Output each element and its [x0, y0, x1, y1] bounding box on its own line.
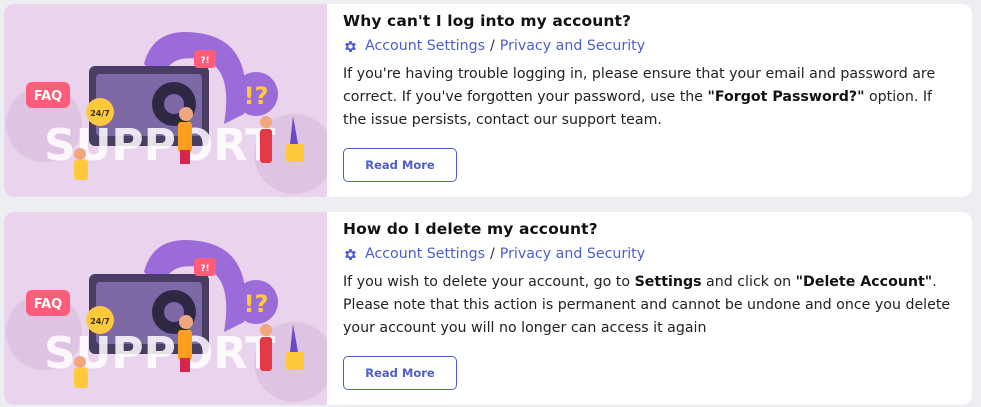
faq-content: Why can't I log into my account? Account… [327, 4, 972, 197]
support-illustration: FAQ 24/7 !? ?! SUPPORT [4, 212, 327, 405]
small-bubble-text: ?! [200, 264, 209, 274]
category-link[interactable]: Account Settings [365, 38, 485, 54]
read-more-button[interactable]: Read More [343, 148, 457, 182]
faq-badge-text: FAQ [34, 89, 63, 104]
faq-description: If you're having trouble logging in, ple… [343, 63, 953, 132]
hours-badge-text: 24/7 [90, 109, 110, 118]
faq-content: How do I delete my account? Account Sett… [327, 212, 972, 405]
alert-bubble-text: !? [244, 82, 269, 110]
category-link[interactable]: Account Settings [365, 246, 485, 262]
desc-text: If you wish to delete your account, go t… [343, 274, 635, 290]
faq-badge-text: FAQ [34, 297, 63, 312]
faq-card: FAQ 24/7 !? ?! SUPPORT Why can't I log i… [4, 4, 972, 197]
alert-bubble-text: !? [244, 290, 269, 318]
support-illustration: FAQ 24/7 !? ?! SUPPORT [4, 4, 327, 197]
desc-bold: "Delete Account" [795, 274, 933, 290]
subcategory-link[interactable]: Privacy and Security [500, 38, 645, 54]
subcategory-link[interactable]: Privacy and Security [500, 246, 645, 262]
breadcrumb: Account Settings / Privacy and Security [343, 246, 972, 262]
gear-icon [345, 40, 356, 52]
breadcrumb: Account Settings / Privacy and Security [343, 38, 972, 54]
faq-description: If you wish to delete your account, go t… [343, 271, 953, 340]
faq-title: Why can't I log into my account? [343, 12, 632, 30]
small-bubble-text: ?! [200, 56, 209, 66]
faq-card: FAQ 24/7 !? ?! SUPPORT How do I delete m… [4, 212, 972, 405]
breadcrumb-separator: / [489, 38, 495, 54]
gear-icon [345, 248, 356, 260]
breadcrumb-separator: / [489, 246, 495, 262]
desc-bold: "Forgot Password?" [707, 89, 865, 105]
read-more-button[interactable]: Read More [343, 356, 457, 390]
desc-text: and click on [701, 274, 796, 290]
faq-title: How do I delete my account? [343, 220, 598, 238]
hours-badge-text: 24/7 [90, 317, 110, 326]
desc-bold: Settings [634, 274, 702, 290]
